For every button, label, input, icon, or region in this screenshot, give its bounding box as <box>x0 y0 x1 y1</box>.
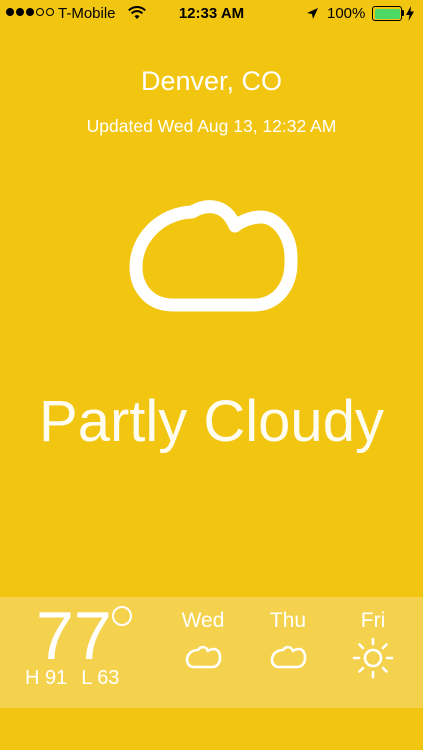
city-name: Denver, CO <box>140 66 283 96</box>
location-arrow-icon <box>307 8 318 19</box>
status-bar: T-Mobile 12:33 AM 100% <box>0 0 423 30</box>
forecast-day-label: Wed <box>181 609 225 632</box>
forecast-day-thu[interactable]: Thu <box>253 597 323 676</box>
charging-bolt-icon <box>406 6 414 21</box>
cloud-icon <box>185 645 222 669</box>
degree-symbol <box>112 606 132 626</box>
forecast-day-label: Thu <box>269 609 307 632</box>
forecast-day-wed[interactable]: Wed <box>168 597 238 676</box>
updated-timestamp: Updated Wed Aug 13, 12:32 AM <box>86 116 337 136</box>
current-temperature: 77 <box>36 598 112 674</box>
high-low: H 91 L 63 <box>25 667 133 690</box>
battery-percent: 100% <box>327 5 366 22</box>
condition-text: Partly Cloudy <box>39 389 384 454</box>
forecast-day-label: Fri <box>360 609 386 632</box>
forecast-day-fri[interactable]: Fri <box>338 597 408 684</box>
high-temp: H 91 <box>25 667 68 689</box>
battery-tip <box>402 10 404 16</box>
cloud-icon <box>129 200 298 312</box>
battery-icon <box>372 6 402 21</box>
low-temp: L 63 <box>81 667 120 689</box>
cloud-icon <box>270 645 307 669</box>
sun-icon <box>352 637 394 679</box>
